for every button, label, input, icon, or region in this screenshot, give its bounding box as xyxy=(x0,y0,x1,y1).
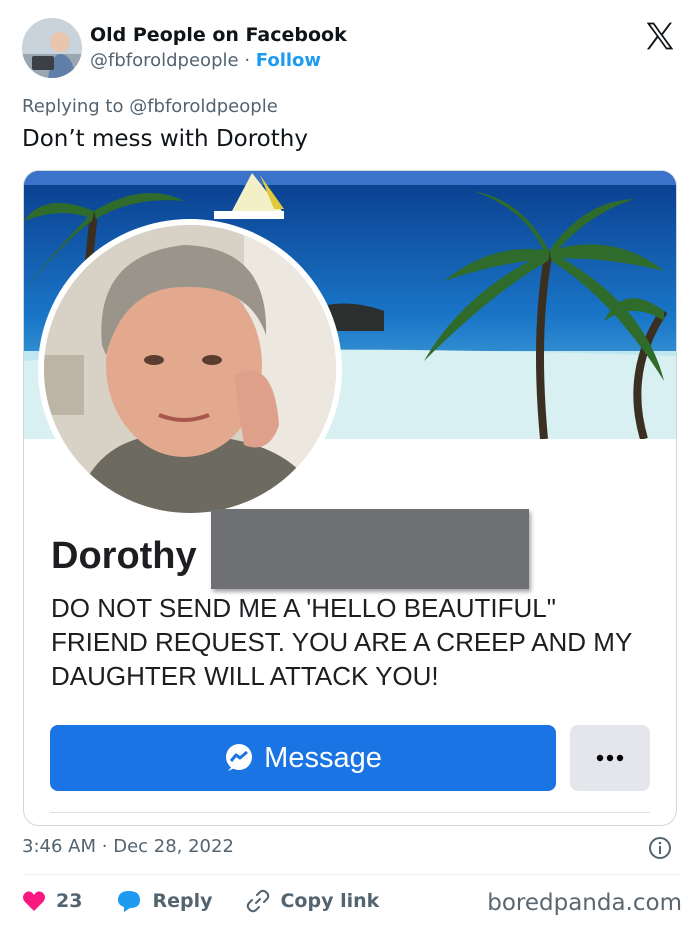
card-divider xyxy=(50,812,650,813)
like-count: 23 xyxy=(56,890,83,912)
follow-link[interactable]: Follow xyxy=(256,50,321,71)
replying-to: Replying to @fbforoldpeople xyxy=(22,96,278,117)
author-handle-row: @fbforoldpeople · Follow xyxy=(90,50,321,71)
tweet-time[interactable]: 3:46 AM xyxy=(22,836,96,857)
bio-line: DAUGHTER WILL ATTACK YOU! xyxy=(51,661,439,691)
separator-dot: · xyxy=(244,50,251,71)
bio-line: DO NOT SEND ME A 'HELLO BEAUTIFUL" xyxy=(51,593,556,623)
profile-picture[interactable] xyxy=(38,219,342,519)
more-options-button[interactable] xyxy=(570,725,650,791)
separator-dot: · xyxy=(101,836,108,857)
x-logo-icon[interactable] xyxy=(644,20,676,52)
message-button-label: Message xyxy=(264,741,382,774)
profile-name: Dorothy xyxy=(51,535,197,577)
reply-button[interactable]: Reply xyxy=(116,889,212,913)
profile-bio: DO NOT SEND ME A 'HELLO BEAUTIFUL" FRIEN… xyxy=(51,591,671,693)
copy-link-button[interactable]: Copy link xyxy=(246,889,379,913)
message-button[interactable]: Message xyxy=(50,725,556,791)
more-dots-icon xyxy=(596,754,624,762)
info-icon[interactable] xyxy=(648,836,672,860)
messenger-icon xyxy=(226,744,253,771)
author-handle[interactable]: @fbforoldpeople xyxy=(90,50,239,71)
bio-line: FRIEND REQUEST. YOU ARE A CREEP AND MY xyxy=(51,627,633,657)
reply-label: Reply xyxy=(152,890,213,912)
tweet-actions: 23 Reply Copy link xyxy=(22,886,413,916)
copy-link-label: Copy link xyxy=(280,890,380,912)
timestamp-row: 3:46 AM · Dec 28, 2022 xyxy=(22,836,234,857)
watermark: boredpanda.com xyxy=(487,890,682,916)
link-icon xyxy=(247,889,270,913)
author-name[interactable]: Old People on Facebook xyxy=(90,24,347,46)
tweet-text: Don’t mess with Dorothy xyxy=(22,126,308,152)
like-button[interactable]: 23 xyxy=(22,890,82,912)
embedded-image[interactable]: Dorothy DO NOT SEND ME A 'HELLO BEAUTIFU… xyxy=(23,170,677,826)
redaction-box xyxy=(211,509,529,589)
reply-bubble-icon xyxy=(118,891,141,912)
tweet-header: Old People on Facebook @fbforoldpeople ·… xyxy=(22,18,680,80)
author-avatar[interactable] xyxy=(22,18,82,78)
heart-icon xyxy=(23,891,45,911)
divider xyxy=(22,874,680,875)
tweet-date[interactable]: Dec 28, 2022 xyxy=(113,836,234,857)
